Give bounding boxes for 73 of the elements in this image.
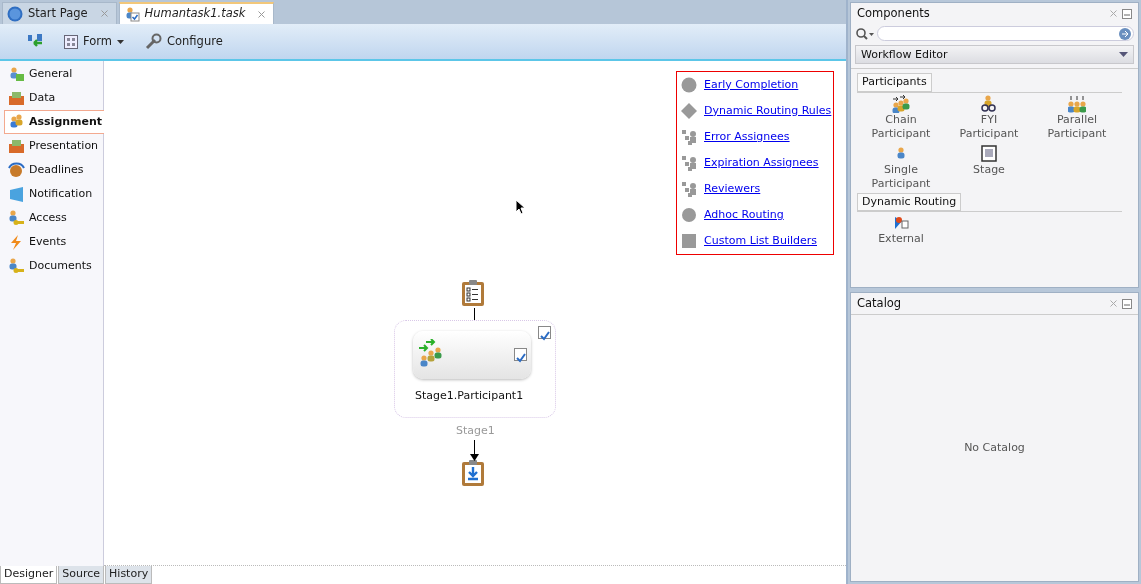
participant-node[interactable] (413, 331, 531, 379)
people-icon (8, 65, 25, 83)
link[interactable]: Custom List Builders (704, 232, 817, 250)
configure-button[interactable]: Configure (140, 30, 227, 53)
nav-item[interactable]: Documents (0, 254, 103, 278)
nav-item[interactable]: Access (0, 206, 103, 230)
nav-item[interactable]: General (0, 62, 103, 86)
bottom-tab[interactable]: Source (58, 566, 105, 584)
stage-icon (980, 144, 998, 163)
checkbox[interactable] (538, 326, 551, 339)
people-icon (892, 94, 910, 113)
palette-dropdown[interactable]: Workflow Editor (855, 45, 1134, 65)
section-header: Dynamic Routing (857, 192, 962, 212)
nav-item[interactable]: Presentation (0, 134, 103, 158)
palette-item[interactable]: Chain Participant (857, 94, 945, 141)
close-icon[interactable] (100, 10, 108, 17)
check-icon (515, 351, 526, 363)
caret-icon (117, 39, 124, 44)
close-icon[interactable] (258, 10, 266, 18)
link[interactable]: Error Assignees (704, 128, 790, 146)
search-field[interactable] (877, 26, 1134, 42)
check-icon (539, 329, 550, 341)
people-icon (681, 181, 697, 197)
nav-item[interactable]: Assignment (4, 110, 105, 134)
caret-icon (1119, 52, 1128, 58)
section-header: Participants (857, 73, 932, 92)
form-dropdown[interactable]: Form (60, 30, 128, 53)
palette-item[interactable]: Single Participant (857, 144, 945, 191)
bottom-tab[interactable]: History (105, 566, 153, 584)
link[interactable]: Adhoc Routing (704, 206, 784, 224)
minimize-icon[interactable] (1122, 8, 1132, 19)
key-icon (8, 209, 25, 227)
nav-item[interactable]: Data (0, 86, 103, 110)
bottom-tab[interactable]: Designer (0, 566, 58, 584)
diamond-icon (681, 103, 697, 119)
megaphone-icon (8, 185, 25, 203)
link[interactable]: Dynamic Routing Rules (704, 102, 832, 120)
end-icon (461, 459, 485, 487)
people-icon (681, 155, 697, 171)
palette-item[interactable]: Parallel Participant (1033, 94, 1121, 141)
close-icon[interactable] (1109, 10, 1117, 18)
participant-name: Stage1.Participant1 (415, 388, 524, 404)
palette-item[interactable]: External (857, 214, 945, 247)
key-icon (8, 257, 25, 275)
link[interactable]: Early Completion (704, 76, 799, 94)
link[interactable]: Reviewers (704, 180, 761, 198)
panel-title: Catalog (857, 295, 902, 312)
people-icon (681, 129, 697, 145)
start-icon (461, 279, 485, 307)
box-icon (8, 137, 25, 155)
close-icon[interactable] (1109, 300, 1117, 308)
nav-item[interactable]: Events (0, 230, 103, 254)
square-icon (681, 233, 697, 249)
glasses-icon (980, 94, 998, 113)
cursor-icon (515, 199, 525, 215)
nav-item[interactable]: Notification (0, 182, 103, 206)
palette-item[interactable]: FYI Participant (945, 94, 1033, 141)
search-icon (855, 26, 875, 41)
form-icon (64, 34, 78, 49)
nav-item[interactable]: Deadlines (0, 158, 103, 182)
link[interactable]: Expiration Assignees (704, 154, 819, 172)
go-icon (1119, 28, 1131, 41)
people-icon (1068, 94, 1086, 113)
checkbox[interactable] (514, 348, 527, 361)
stage-name: Stage1 (456, 423, 495, 440)
palette-item[interactable]: Stage (945, 144, 1033, 191)
empty-message: No Catalog (964, 439, 1025, 456)
panel-title: Components (857, 5, 930, 22)
editor-tab[interactable]: Start Page (2, 2, 117, 24)
editor-tab[interactable]: Humantask1.task (118, 2, 275, 24)
box-icon (8, 89, 25, 107)
people-icon (8, 113, 25, 131)
minimize-icon[interactable] (1122, 298, 1132, 309)
